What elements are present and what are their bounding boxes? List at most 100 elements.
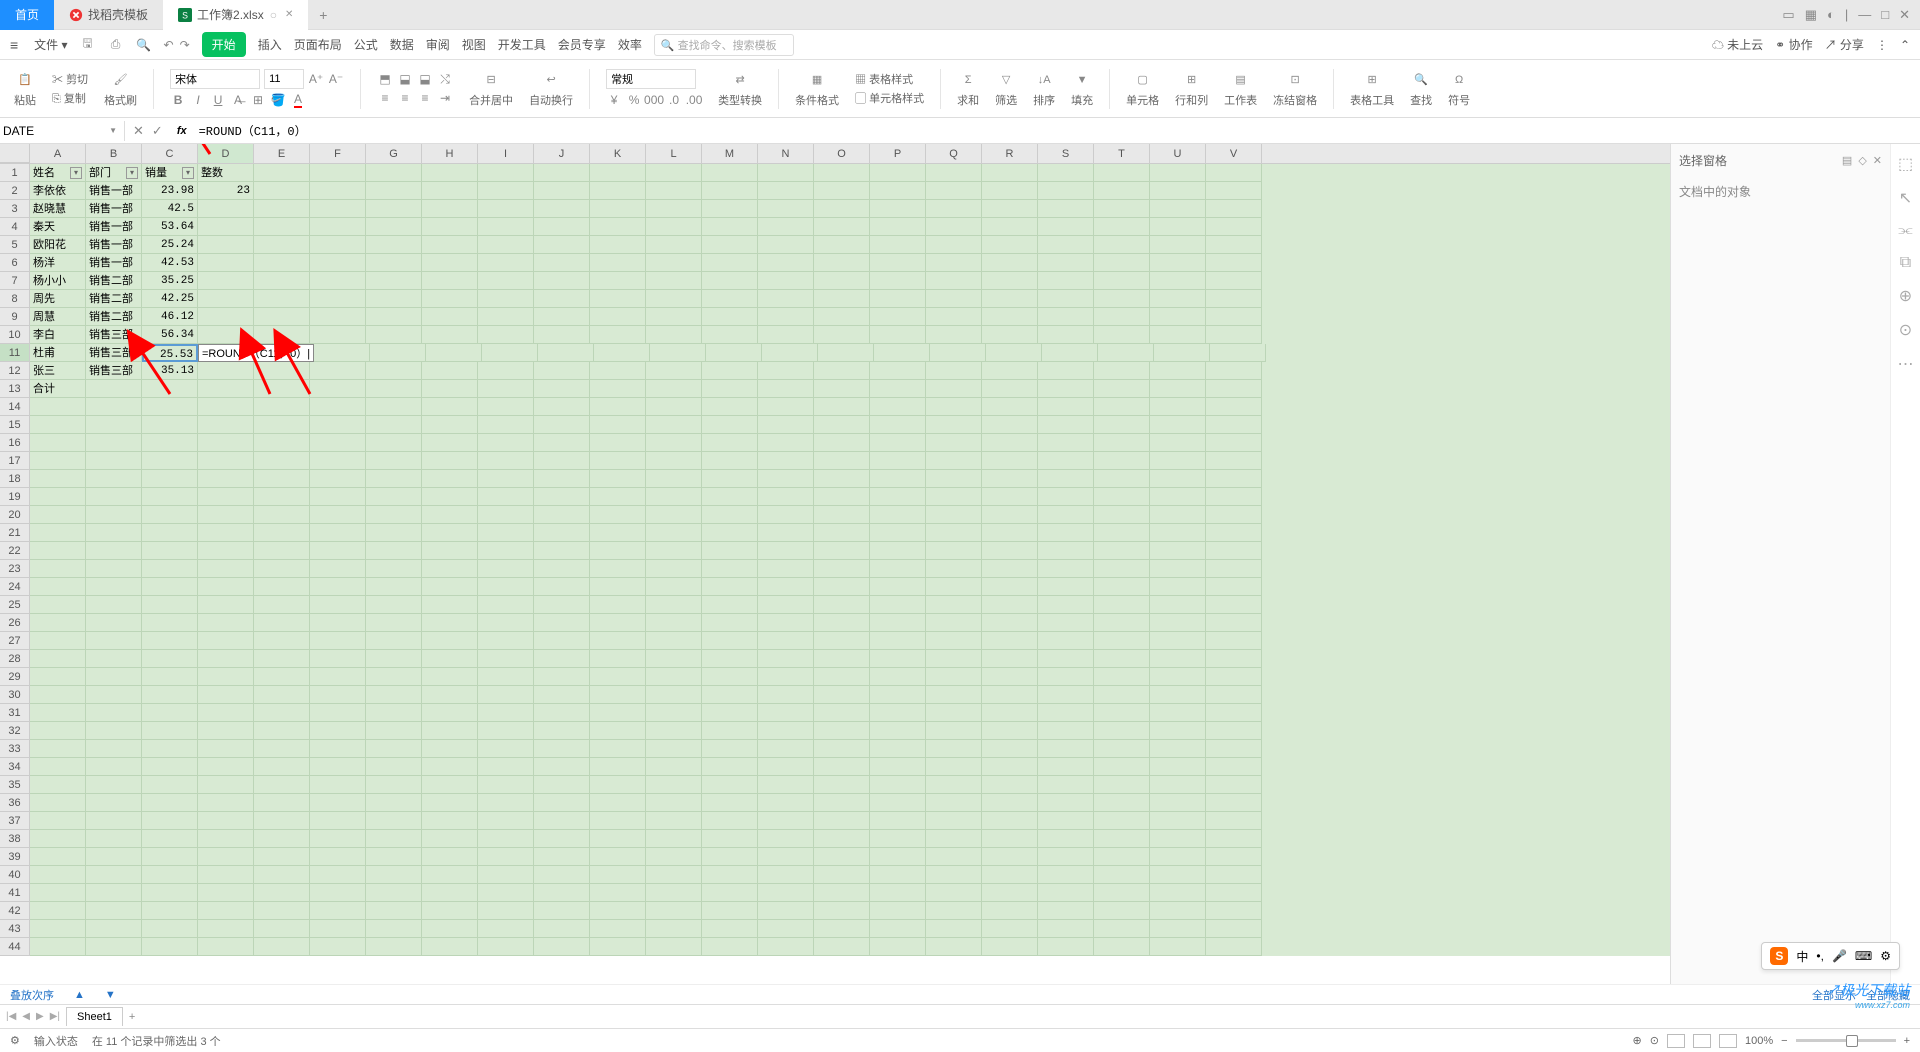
cell-V36[interactable] xyxy=(1206,794,1262,812)
cell-F38[interactable] xyxy=(310,830,366,848)
cell-A30[interactable] xyxy=(30,686,86,704)
cell-S17[interactable] xyxy=(1038,452,1094,470)
cell-N28[interactable] xyxy=(758,650,814,668)
cell-B22[interactable] xyxy=(86,542,142,560)
cell-A44[interactable] xyxy=(30,938,86,956)
print-icon[interactable]: ⎙ xyxy=(108,37,124,53)
cell-D24[interactable] xyxy=(198,578,254,596)
tool-dup-icon[interactable]: ⧉ xyxy=(1900,254,1911,272)
cell-N40[interactable] xyxy=(758,866,814,884)
cell-S5[interactable] xyxy=(1038,236,1094,254)
cell-D6[interactable] xyxy=(198,254,254,272)
cell-I32[interactable] xyxy=(478,722,534,740)
cell-T2[interactable] xyxy=(1094,182,1150,200)
align-right-icon[interactable]: ≡ xyxy=(417,90,433,106)
row-header-28[interactable]: 28 xyxy=(0,650,30,668)
cell-G34[interactable] xyxy=(366,758,422,776)
cell-E28[interactable] xyxy=(254,650,310,668)
cell-V4[interactable] xyxy=(1206,218,1262,236)
cell-A39[interactable] xyxy=(30,848,86,866)
cell-A13[interactable]: 合计 xyxy=(30,380,86,398)
cell-P15[interactable] xyxy=(870,416,926,434)
cell-O10[interactable] xyxy=(814,326,870,344)
row-header-2[interactable]: 2 xyxy=(0,182,30,200)
view-normal[interactable] xyxy=(1667,1034,1685,1048)
cell-E40[interactable] xyxy=(254,866,310,884)
cell-K43[interactable] xyxy=(590,920,646,938)
cell-I41[interactable] xyxy=(478,884,534,902)
row-header-10[interactable]: 10 xyxy=(0,326,30,344)
cell-J7[interactable] xyxy=(534,272,590,290)
cell-J42[interactable] xyxy=(534,902,590,920)
cell-N8[interactable] xyxy=(758,290,814,308)
cell-V14[interactable] xyxy=(1206,398,1262,416)
tool-loc-icon[interactable]: ⊙ xyxy=(1899,320,1912,340)
menu-data[interactable]: 数据 xyxy=(390,36,414,53)
cell-U28[interactable] xyxy=(1150,650,1206,668)
cell-D30[interactable] xyxy=(198,686,254,704)
cell-A3[interactable]: 赵晓慧 xyxy=(30,200,86,218)
cell-J39[interactable] xyxy=(534,848,590,866)
cell-J6[interactable] xyxy=(534,254,590,272)
cell-I37[interactable] xyxy=(478,812,534,830)
cell-K38[interactable] xyxy=(590,830,646,848)
cell-G4[interactable] xyxy=(366,218,422,236)
skin-icon[interactable]: ◐ xyxy=(1827,7,1835,23)
cell-U12[interactable] xyxy=(1150,362,1206,380)
confirm-formula-icon[interactable]: ✓ xyxy=(152,123,163,139)
cell-F27[interactable] xyxy=(310,632,366,650)
col-header-J[interactable]: J xyxy=(534,144,590,163)
cell-B42[interactable] xyxy=(86,902,142,920)
cell-Q19[interactable] xyxy=(926,488,982,506)
cell-K6[interactable] xyxy=(590,254,646,272)
cell-E43[interactable] xyxy=(254,920,310,938)
cell-S31[interactable] xyxy=(1038,704,1094,722)
cell-D23[interactable] xyxy=(198,560,254,578)
cell-N21[interactable] xyxy=(758,524,814,542)
cell-H39[interactable] xyxy=(422,848,478,866)
cell-I34[interactable] xyxy=(478,758,534,776)
cell-P21[interactable] xyxy=(870,524,926,542)
cell-A34[interactable] xyxy=(30,758,86,776)
cell-L9[interactable] xyxy=(646,308,702,326)
cell-S35[interactable] xyxy=(1038,776,1094,794)
maximize-button[interactable]: □ xyxy=(1881,7,1889,23)
cell-B8[interactable]: 销售二部 xyxy=(86,290,142,308)
cell-U15[interactable] xyxy=(1150,416,1206,434)
cell-S19[interactable] xyxy=(1038,488,1094,506)
cell-U38[interactable] xyxy=(1150,830,1206,848)
cell-N3[interactable] xyxy=(758,200,814,218)
row-header-7[interactable]: 7 xyxy=(0,272,30,290)
cell-F9[interactable] xyxy=(310,308,366,326)
cell-H32[interactable] xyxy=(422,722,478,740)
cell-G14[interactable] xyxy=(366,398,422,416)
ime-bar[interactable]: S 中 •, 🎤 ⌨ ⚙ xyxy=(1761,942,1900,970)
cell-G27[interactable] xyxy=(366,632,422,650)
col-header-G[interactable]: G xyxy=(366,144,422,163)
cell-H2[interactable] xyxy=(422,182,478,200)
cell-G23[interactable] xyxy=(366,560,422,578)
cell-K7[interactable] xyxy=(590,272,646,290)
cell-J5[interactable] xyxy=(534,236,590,254)
cell-D38[interactable] xyxy=(198,830,254,848)
row-header-42[interactable]: 42 xyxy=(0,902,30,920)
cell-J37[interactable] xyxy=(534,812,590,830)
cell-G21[interactable] xyxy=(366,524,422,542)
menu-efficiency[interactable]: 效率 xyxy=(618,36,642,53)
cell-S40[interactable] xyxy=(1038,866,1094,884)
cell-S16[interactable] xyxy=(1038,434,1094,452)
cell-P41[interactable] xyxy=(870,884,926,902)
row-header-39[interactable]: 39 xyxy=(0,848,30,866)
cell-C35[interactable] xyxy=(142,776,198,794)
cell-B21[interactable] xyxy=(86,524,142,542)
cell-O25[interactable] xyxy=(814,596,870,614)
cell-J12[interactable] xyxy=(534,362,590,380)
cell-J10[interactable] xyxy=(534,326,590,344)
cell-P39[interactable] xyxy=(870,848,926,866)
col-header-N[interactable]: N xyxy=(758,144,814,163)
cell-H34[interactable] xyxy=(422,758,478,776)
cell-U39[interactable] xyxy=(1150,848,1206,866)
cell-T29[interactable] xyxy=(1094,668,1150,686)
table-tools[interactable]: ⊞表格工具 xyxy=(1346,70,1398,108)
cell-G7[interactable] xyxy=(366,272,422,290)
